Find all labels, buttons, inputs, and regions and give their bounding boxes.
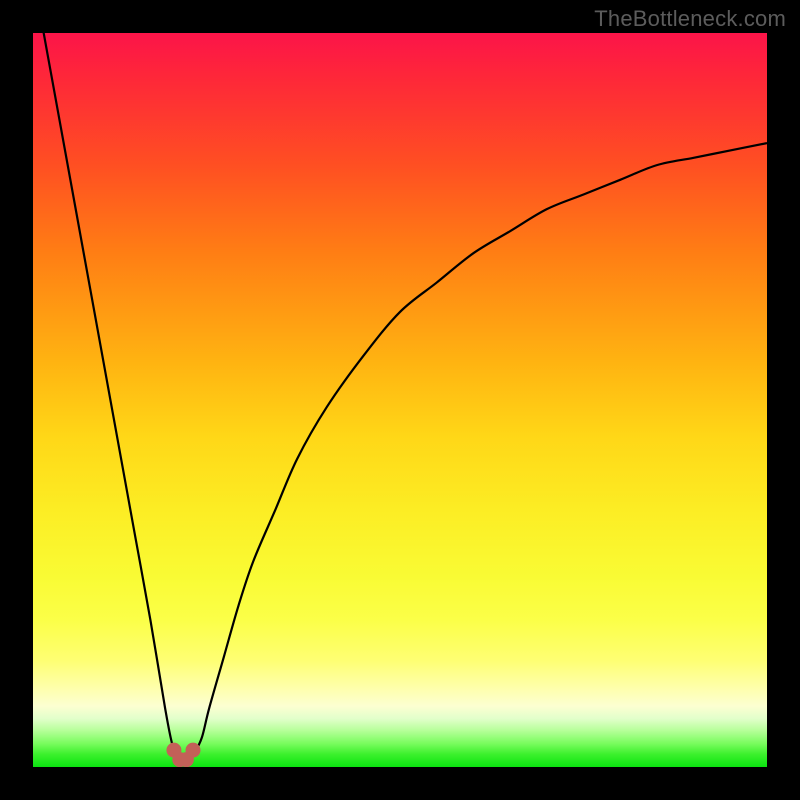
chart-frame: TheBottleneck.com [0, 0, 800, 800]
minimum-markers [166, 743, 200, 767]
curve-layer [33, 33, 767, 767]
plot-area [33, 33, 767, 767]
bottleneck-curve [33, 33, 767, 761]
minimum-marker [186, 743, 201, 758]
watermark-text: TheBottleneck.com [594, 6, 786, 32]
curve-path [33, 33, 767, 761]
